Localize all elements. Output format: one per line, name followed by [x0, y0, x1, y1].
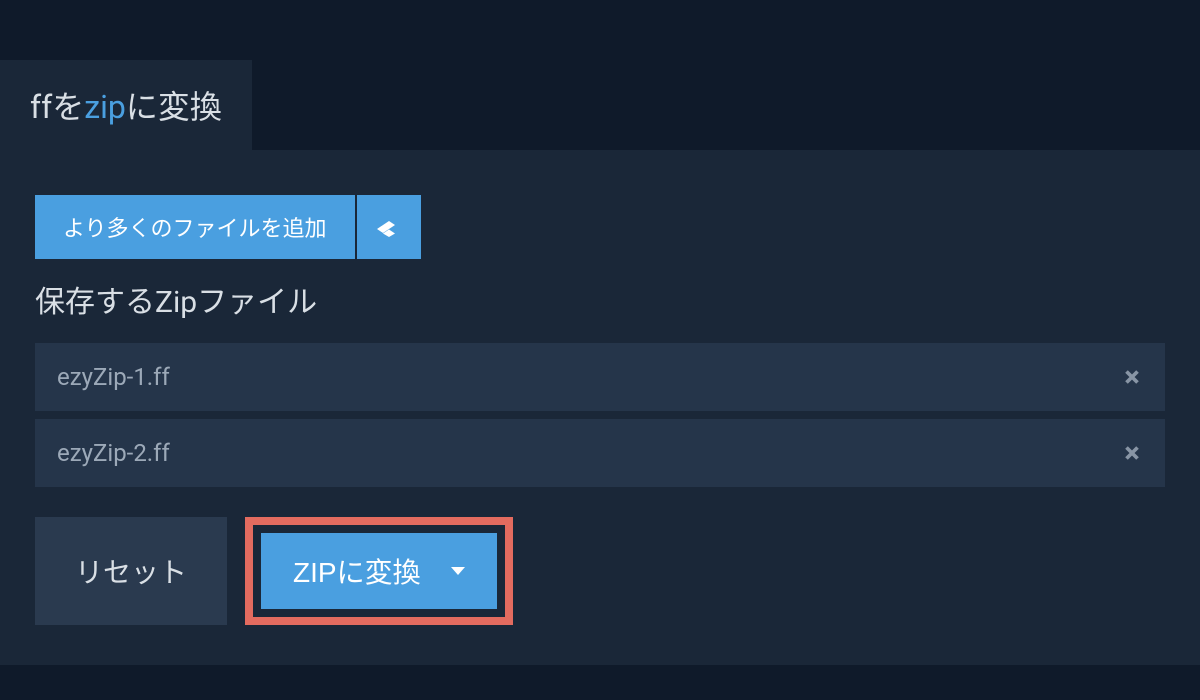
zip-file-section-label: 保存するZipファイル — [35, 277, 1165, 321]
file-item: ezyZip-1.ff — [35, 343, 1165, 411]
reset-button[interactable]: リセット — [35, 517, 227, 625]
tab-title-middle1: を — [52, 88, 84, 126]
tab-title-highlight: zip — [84, 88, 126, 126]
add-more-files-label: より多くのファイルを追加 — [63, 211, 327, 243]
file-item: ezyZip-2.ff — [35, 419, 1165, 487]
remove-file-button[interactable] — [1121, 442, 1143, 464]
dropbox-icon — [377, 215, 401, 239]
content-area: より多くのファイルを追加 保存するZipファイル ezyZip-1.ff — [0, 150, 1200, 665]
reset-button-label: リセット — [75, 557, 187, 588]
tab-title-prefix: ff — [30, 88, 52, 126]
file-list: ezyZip-1.ff ezyZip-2.ff — [35, 343, 1165, 487]
add-files-row: より多くのファイルを追加 — [35, 195, 1165, 259]
dropbox-button[interactable] — [357, 195, 421, 259]
close-icon — [1121, 442, 1143, 464]
file-name: ezyZip-1.ff — [57, 363, 170, 391]
add-more-files-button[interactable]: より多くのファイルを追加 — [35, 195, 355, 259]
caret-down-icon — [451, 567, 465, 575]
file-name: ezyZip-2.ff — [57, 439, 170, 467]
tab-title: ffをzipに変換 — [30, 82, 222, 128]
convert-button-label: ZIPに変換 — [293, 551, 421, 591]
convert-button-highlight: ZIPに変換 — [245, 517, 513, 625]
tab-header: ffをzipに変換 — [0, 60, 252, 150]
remove-file-button[interactable] — [1121, 366, 1143, 388]
action-buttons: リセット ZIPに変換 — [35, 517, 1165, 625]
tab-title-suffix: に変換 — [126, 88, 222, 126]
close-icon — [1121, 366, 1143, 388]
convert-to-zip-button[interactable]: ZIPに変換 — [261, 533, 497, 609]
